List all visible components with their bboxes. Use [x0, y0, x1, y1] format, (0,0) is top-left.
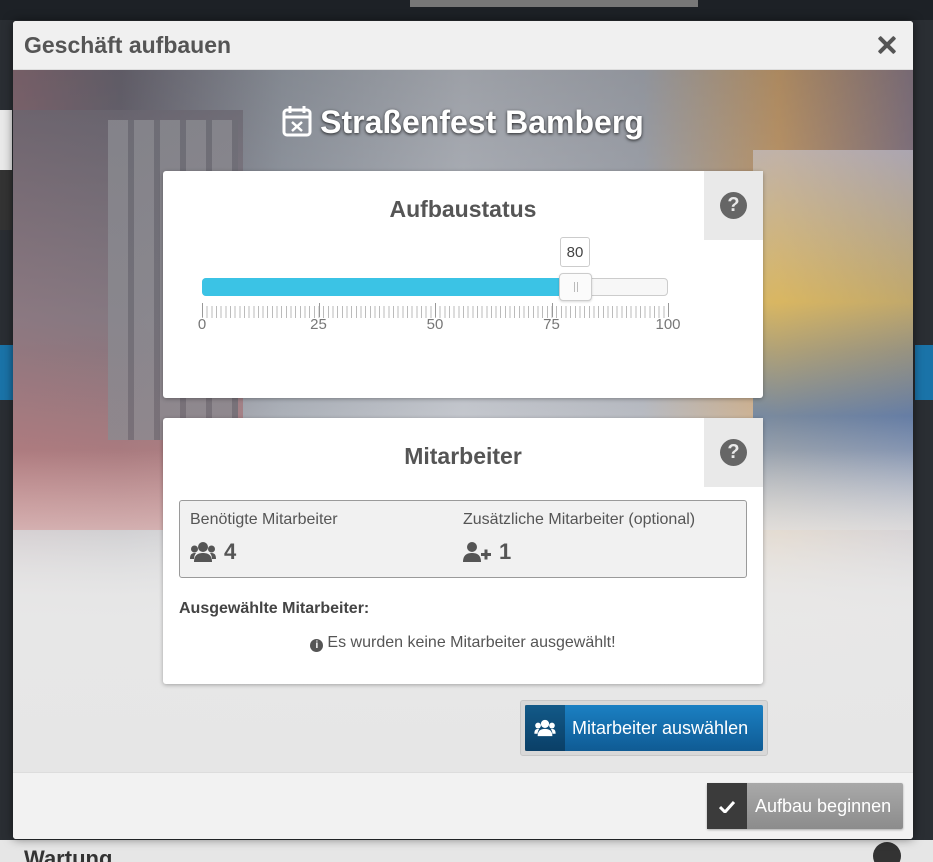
- check-icon: [707, 783, 747, 829]
- select-staff-button[interactable]: Mitarbeiter auswählen: [525, 705, 763, 751]
- modal-body: Straßenfest Bamberg Aufbaustatus ? 80 0 2…: [13, 70, 913, 772]
- slider-tick-label: 25: [310, 316, 327, 333]
- staff-panel: Mitarbeiter ? Benötigte Mitarbeiter 4 Zu…: [163, 418, 763, 684]
- staff-summary: Benötigte Mitarbeiter 4 Zusätzliche Mita…: [179, 500, 747, 578]
- build-status-help[interactable]: ?: [704, 171, 763, 240]
- background-strip: [0, 170, 12, 230]
- start-build-button[interactable]: Aufbau beginnen: [707, 783, 903, 829]
- background-section-title: Wartung: [24, 846, 113, 862]
- background-section: Wartung: [0, 840, 933, 862]
- users-icon: [190, 542, 216, 562]
- close-icon[interactable]: [873, 31, 901, 59]
- selected-staff-label: Ausgewählte Mitarbeiter:: [179, 600, 370, 617]
- build-shop-modal: Geschäft aufbauen Straßenfest Bamberg Au…: [13, 21, 913, 839]
- required-staff-value-row: 4: [190, 539, 338, 565]
- slider-major-tick: [318, 303, 320, 317]
- staff-help[interactable]: ?: [704, 418, 763, 487]
- background-help-icon: [873, 842, 901, 862]
- event-title: Straßenfest Bamberg: [13, 104, 913, 145]
- select-staff-button-wrap: Mitarbeiter auswählen: [520, 700, 768, 756]
- required-staff-value: 4: [224, 539, 237, 564]
- additional-staff: Zusätzliche Mitarbeiter (optional) 1: [463, 511, 695, 565]
- modal-footer: Aufbau beginnen: [13, 772, 913, 839]
- additional-staff-label: Zusätzliche Mitarbeiter (optional): [463, 511, 696, 528]
- slider-value-tooltip: 80: [560, 237, 590, 267]
- background-blue-strip: [915, 345, 933, 400]
- background-bar: [410, 0, 698, 7]
- build-status-panel: Aufbaustatus ? 80 0 25 50 75 100: [163, 171, 763, 398]
- required-staff: Benötigte Mitarbeiter 4: [190, 511, 338, 565]
- slider-major-tick: [551, 303, 553, 317]
- background-blue-strip: [0, 345, 14, 400]
- slider-major-tick: [668, 303, 669, 317]
- build-status-heading: Aufbaustatus: [389, 196, 537, 222]
- slider-major-tick: [202, 303, 203, 317]
- slider-tick-label: 100: [655, 316, 681, 333]
- background-top-bar: [0, 0, 933, 20]
- staff-heading: Mitarbeiter: [404, 443, 522, 469]
- slider-tick-label: 50: [426, 316, 444, 333]
- slider-major-tick: [435, 303, 436, 317]
- required-staff-label: Benötigte Mitarbeiter: [190, 511, 338, 528]
- no-staff-selected-note: i Es wurden keine Mitarbeiter ausgewählt!: [163, 634, 763, 652]
- calendar-x-icon: [282, 105, 312, 145]
- info-circle-icon: i: [310, 639, 324, 652]
- user-plus-icon: [463, 542, 491, 562]
- no-staff-selected-text: Es wurden keine Mitarbeiter ausgewählt!: [327, 634, 616, 651]
- slider-tick-label: 75: [543, 316, 560, 333]
- modal-header: Geschäft aufbauen: [13, 21, 913, 70]
- question-circle-icon: ?: [720, 192, 747, 219]
- users-icon: [525, 705, 565, 751]
- start-build-label: Aufbau beginnen: [755, 795, 892, 816]
- background-strip: [0, 110, 12, 170]
- select-staff-label: Mitarbeiter auswählen: [572, 717, 749, 738]
- additional-staff-value: 1: [499, 539, 512, 564]
- event-title-text: Straßenfest Bamberg: [320, 104, 644, 140]
- build-status-slider[interactable]: 80: [202, 237, 668, 301]
- additional-staff-value-row: 1: [463, 539, 695, 565]
- slider-handle[interactable]: [559, 273, 592, 301]
- slider-fill: [202, 278, 575, 296]
- question-circle-icon: ?: [720, 439, 747, 466]
- modal-title: Geschäft aufbauen: [24, 31, 232, 58]
- slider-tick-label: 0: [197, 316, 207, 333]
